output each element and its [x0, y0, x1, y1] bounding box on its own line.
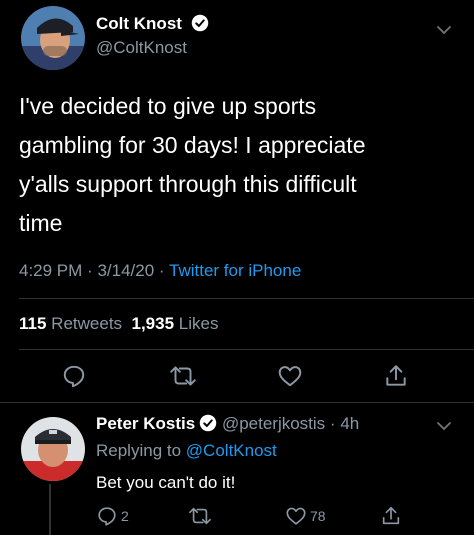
like-button[interactable] [275, 362, 305, 390]
tweet-text-line: time [19, 210, 63, 236]
reply-age[interactable]: 4h [340, 414, 359, 433]
reply-retweet-button[interactable] [187, 505, 213, 532]
reply-icon [98, 507, 116, 526]
reply-button[interactable] [60, 362, 88, 390]
retweet-icon [170, 366, 196, 386]
divider [19, 298, 474, 299]
tweet-text: I've decided to give up sports gambling … [19, 87, 459, 243]
divider [19, 349, 474, 350]
thread-line [49, 484, 51, 535]
divider [0, 402, 474, 403]
reply-text: Bet you can't do it! [96, 473, 236, 492]
reply-author-avatar[interactable] [21, 417, 85, 481]
replying-prefix: Replying to [96, 441, 182, 460]
author-handle[interactable]: @ColtKnost [96, 38, 187, 58]
retweet-icon [189, 507, 211, 525]
replying-to-link[interactable]: @ColtKnost [186, 441, 277, 460]
verified-badge-icon [199, 414, 217, 432]
share-icon [386, 365, 406, 386]
author-name-row[interactable]: Colt Knost [96, 14, 209, 34]
tweet-text-line: I've decided to give up sports [19, 93, 317, 119]
tweet-meta: 4:29 PM · 3/14/20 · Twitter for iPhone [19, 261, 301, 281]
chevron-down-icon[interactable] [436, 420, 452, 432]
reply-like-button[interactable]: 78 [285, 505, 326, 527]
retweets-stat[interactable]: 115 Retweets [19, 314, 122, 333]
share-button[interactable] [382, 362, 410, 390]
share-icon [382, 506, 400, 525]
tweet-stats: 115 Retweets 1,935 Likes [19, 314, 218, 334]
like-icon [286, 507, 306, 525]
tweet-text-line: y'alls support through this difficult [19, 171, 357, 197]
reply-count: 2 [121, 508, 129, 524]
likes-stat[interactable]: 1,935 Likes [132, 314, 219, 333]
retweets-count: 115 [19, 314, 47, 333]
reply-share-button[interactable] [380, 505, 402, 532]
retweet-button[interactable] [167, 362, 199, 390]
tweet-time[interactable]: 4:29 PM [19, 261, 82, 280]
retweets-label: Retweets [51, 314, 123, 333]
author-name[interactable]: Colt Knost [96, 14, 182, 33]
reply-author-handle[interactable]: @peterjkostis [222, 414, 325, 433]
reply-author-name[interactable]: Peter Kostis [96, 414, 195, 433]
reply-icon [63, 365, 85, 388]
reply-like-count: 78 [310, 508, 326, 524]
separator: · [329, 414, 336, 433]
tweet-source-link[interactable]: Twitter for iPhone [169, 261, 301, 280]
verified-badge-icon [191, 14, 208, 32]
chevron-down-icon[interactable] [436, 24, 452, 36]
likes-count: 1,935 [131, 314, 175, 333]
likes-label: Likes [178, 314, 219, 333]
reply-reply-button[interactable]: 2 [96, 505, 129, 527]
tweet-text-line: gambling for 30 days! I appreciate [19, 132, 366, 158]
replying-to: Replying to @ColtKnost [96, 441, 277, 461]
like-icon [278, 366, 302, 387]
separator: · [158, 261, 165, 280]
reply-header: Peter Kostis @peterjkostis · 4h [96, 414, 359, 434]
author-avatar[interactable] [21, 6, 85, 70]
separator: · [87, 261, 93, 280]
tweet-date[interactable]: 3/14/20 [97, 261, 154, 280]
